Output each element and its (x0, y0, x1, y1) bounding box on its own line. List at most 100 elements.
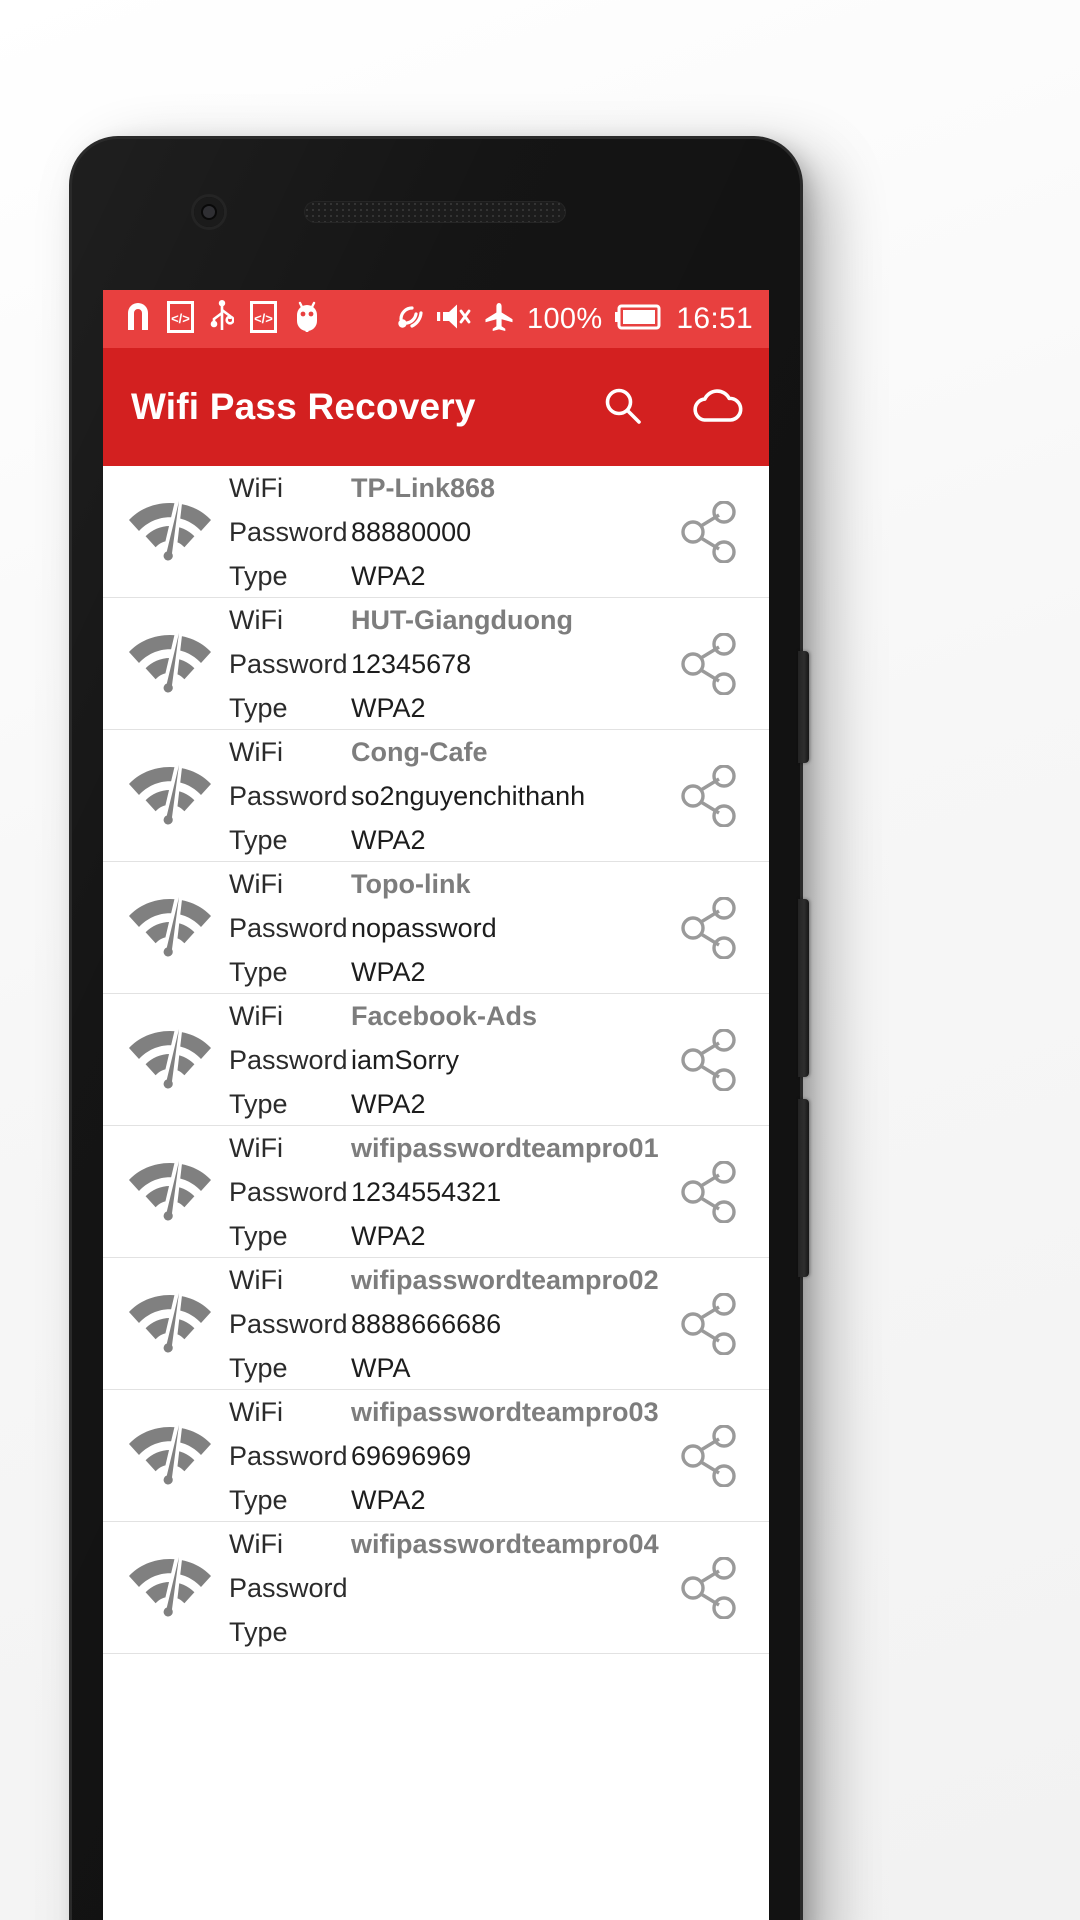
wifi-list-item[interactable]: WiFi Topo-link Password nopassword Type … (103, 862, 769, 994)
share-button[interactable] (663, 1556, 755, 1619)
type-label: Type (229, 1484, 288, 1515)
status-bar-right-icons: 100% 16:51 (394, 302, 753, 337)
share-icon (681, 1160, 736, 1223)
share-icon (681, 1556, 736, 1619)
password-label: Password (229, 1308, 348, 1339)
password-label: Password (229, 648, 348, 679)
wifi-icon-cell (111, 1023, 229, 1097)
wifi-password-value: 8888666686 (351, 1308, 502, 1339)
wifi-network-list[interactable]: WiFi TP-Link868 Password 88880000 Type W… (103, 466, 769, 1920)
search-button[interactable] (595, 379, 651, 435)
wifi-icon-cell (111, 627, 229, 701)
wifi-row-fields: WiFi Facebook-Ads Password iamSorry Type… (229, 996, 663, 1124)
status-bar-clock: 16:51 (676, 302, 753, 335)
type-label: Type (229, 560, 288, 591)
wifi-icon-cell (111, 759, 229, 833)
cloud-backup-button[interactable] (689, 379, 745, 435)
share-button[interactable] (663, 500, 755, 563)
type-label: Type (229, 824, 288, 855)
share-icon (681, 764, 736, 827)
share-button[interactable] (663, 1028, 755, 1091)
wifi-type-value: WPA2 (351, 692, 426, 723)
app-bar-actions (595, 379, 745, 435)
wifi-signal-icon (129, 1419, 211, 1490)
wifi-label: WiFi (229, 1000, 283, 1031)
volume-down-button[interactable] (798, 1099, 809, 1277)
wifi-list-item[interactable]: WiFi wifipasswordteampro04 Password Type (103, 1522, 769, 1654)
password-label: Password (229, 1176, 348, 1207)
app-bar: Wifi Pass Recovery (103, 348, 769, 466)
wifi-password-value: 88880000 (351, 516, 472, 547)
volume-up-button[interactable] (798, 899, 809, 1077)
wifi-ssid-value: wifipasswordteampro01 (351, 1132, 659, 1163)
wifi-icon-cell (111, 495, 229, 569)
wifi-icon-cell (111, 1551, 229, 1625)
type-label: Type (229, 1220, 288, 1251)
front-camera (194, 197, 224, 227)
wifi-type-value (351, 1612, 663, 1652)
share-button[interactable] (663, 632, 755, 695)
wifi-row-fields: WiFi TP-Link868 Password 88880000 Type W… (229, 468, 663, 596)
wifi-ssid-value: TP-Link868 (351, 472, 496, 503)
wifi-signal-icon (129, 1551, 211, 1622)
wifi-password-value: 69696969 (351, 1440, 472, 1471)
wifi-password-value (351, 1568, 663, 1608)
cloud-icon (691, 386, 743, 429)
wifi-signal-icon (129, 495, 211, 566)
wifi-ssid-value: Cong-Cafe (351, 736, 488, 767)
share-button[interactable] (663, 1424, 755, 1487)
code-brackets-icon-2: </> (250, 300, 277, 338)
wifi-list-item[interactable]: WiFi wifipasswordteampro03 Password 6969… (103, 1390, 769, 1522)
share-icon (681, 632, 736, 695)
wifi-label: WiFi (229, 1132, 283, 1163)
wifi-signal-icon (129, 1023, 211, 1094)
type-label: Type (229, 1352, 288, 1383)
wifi-list-item[interactable]: WiFi HUT-Giangduong Password 12345678 Ty… (103, 598, 769, 730)
wifi-signal-icon (129, 627, 211, 698)
wifi-list-item[interactable]: WiFi TP-Link868 Password 88880000 Type W… (103, 466, 769, 598)
wifi-ssid-value: wifipasswordteampro04 (351, 1528, 659, 1559)
wifi-row-fields: WiFi wifipasswordteampro03 Password 6969… (229, 1392, 663, 1520)
share-button[interactable] (663, 1160, 755, 1223)
wifi-type-value: WPA2 (351, 1484, 426, 1515)
wifi-icon-cell (111, 1419, 229, 1493)
power-button[interactable] (798, 651, 809, 763)
svg-text:</>: </> (254, 311, 273, 326)
android-bug-icon (293, 300, 321, 338)
svg-text:</>: </> (171, 311, 190, 326)
wifi-password-value: 12345678 (351, 648, 472, 679)
wifi-list-item[interactable]: WiFi wifipasswordteampro01 Password 1234… (103, 1126, 769, 1258)
password-label: Password (229, 1572, 348, 1603)
type-label: Type (229, 956, 288, 987)
search-icon (601, 384, 645, 431)
password-label: Password (229, 1044, 348, 1075)
wifi-label: WiFi (229, 736, 283, 767)
wifi-label: WiFi (229, 472, 283, 503)
wifi-signal-icon (129, 759, 211, 830)
cast-signal-icon (394, 302, 424, 337)
wifi-icon-cell (111, 1155, 229, 1229)
wifi-row-fields: WiFi wifipasswordteampro01 Password 1234… (229, 1128, 663, 1256)
wifi-signal-icon (129, 891, 211, 962)
wifi-icon-cell (111, 891, 229, 965)
share-icon (681, 1292, 736, 1355)
wifi-row-fields: WiFi Cong-Cafe Password so2nguyenchithan… (229, 732, 663, 860)
wifi-list-item[interactable]: WiFi wifipasswordteampro02 Password 8888… (103, 1258, 769, 1390)
share-button[interactable] (663, 1292, 755, 1355)
wifi-password-value: 1234554321 (351, 1176, 502, 1207)
code-brackets-icon: </> (167, 300, 194, 338)
wifi-ssid-value: wifipasswordteampro02 (351, 1264, 659, 1295)
wifi-signal-icon (129, 1155, 211, 1226)
share-button[interactable] (663, 896, 755, 959)
password-label: Password (229, 1440, 348, 1471)
wifi-password-value: so2nguyenchithanh (351, 780, 586, 811)
wifi-label: WiFi (229, 1396, 283, 1427)
share-button[interactable] (663, 764, 755, 827)
wifi-list-item[interactable]: WiFi Facebook-Ads Password iamSorry Type… (103, 994, 769, 1126)
wifi-list-item[interactable]: WiFi Cong-Cafe Password so2nguyenchithan… (103, 730, 769, 862)
app-title: Wifi Pass Recovery (131, 386, 476, 427)
type-label: Type (229, 1616, 288, 1647)
phone-screen: </> </> 100% 16:51 Wifi Pass Recovery Wi… (103, 290, 769, 1920)
wifi-password-value: nopassword (351, 912, 497, 943)
wifi-type-value: WPA2 (351, 824, 426, 855)
